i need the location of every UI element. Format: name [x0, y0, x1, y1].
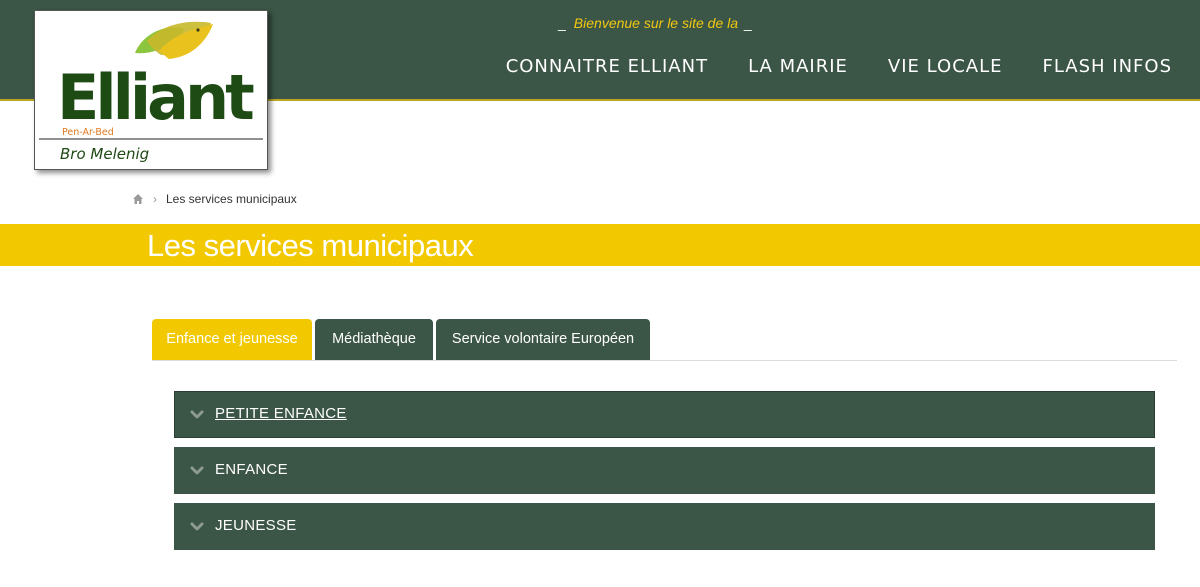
nav-flash-infos[interactable]: FLASH INFOS — [1042, 56, 1172, 77]
chevron-down-icon — [190, 466, 204, 475]
accordion-jeunesse[interactable]: JEUNESSE — [174, 503, 1155, 550]
nav-vie-locale[interactable]: VIE LOCALE — [888, 56, 1003, 77]
bird-leaf-icon — [135, 21, 213, 59]
page-title-bar: Les services municipaux — [0, 224, 1200, 266]
nav-connaitre-elliant[interactable]: CONNAITRE ELLIANT — [506, 56, 708, 77]
welcome-dash-right: _ — [740, 15, 752, 31]
accordion-enfance[interactable]: ENFANCE — [174, 447, 1155, 494]
page-title: Les services municipaux — [147, 228, 474, 263]
tab-service-volontaire[interactable]: Service volontaire Européen — [436, 319, 650, 360]
welcome-message: _ Bienvenue sur le site de la _ — [558, 15, 752, 31]
welcome-text: Bienvenue sur le site de la — [573, 15, 739, 31]
chevron-right-icon: › — [153, 192, 157, 206]
nav-la-mairie[interactable]: LA MAIRIE — [748, 56, 848, 77]
site-logo[interactable]: Elliant Pen-Ar-Bed Bro Melenig — [34, 10, 268, 170]
accordion-petite-enfance[interactable]: PETITE ENFANCE — [174, 391, 1155, 438]
breadcrumb-current: Les services municipaux — [166, 192, 297, 206]
logo-tagline: Bro Melenig — [60, 145, 149, 163]
main-nav: CONNAITRE ELLIANT LA MAIRIE VIE LOCALE F… — [506, 56, 1172, 77]
tab-mediatheque[interactable]: Médiathèque — [315, 319, 433, 360]
logo-wordmark: Elliant — [57, 61, 254, 134]
tab-strip: Enfance et jeunesse Médiathèque Service … — [152, 319, 1177, 361]
chevron-down-icon — [190, 522, 204, 531]
logo-subtitle: Pen-Ar-Bed — [62, 127, 114, 138]
chevron-down-icon — [190, 410, 204, 419]
accordion-label: JEUNESSE — [215, 517, 297, 534]
tab-enfance-jeunesse[interactable]: Enfance et jeunesse — [152, 319, 312, 360]
breadcrumb: › Les services municipaux — [132, 192, 297, 206]
accordion-label: PETITE ENFANCE — [215, 405, 347, 422]
welcome-dash-left: _ — [558, 15, 566, 31]
accordion-label: ENFANCE — [215, 461, 288, 478]
home-icon[interactable] — [132, 193, 144, 205]
